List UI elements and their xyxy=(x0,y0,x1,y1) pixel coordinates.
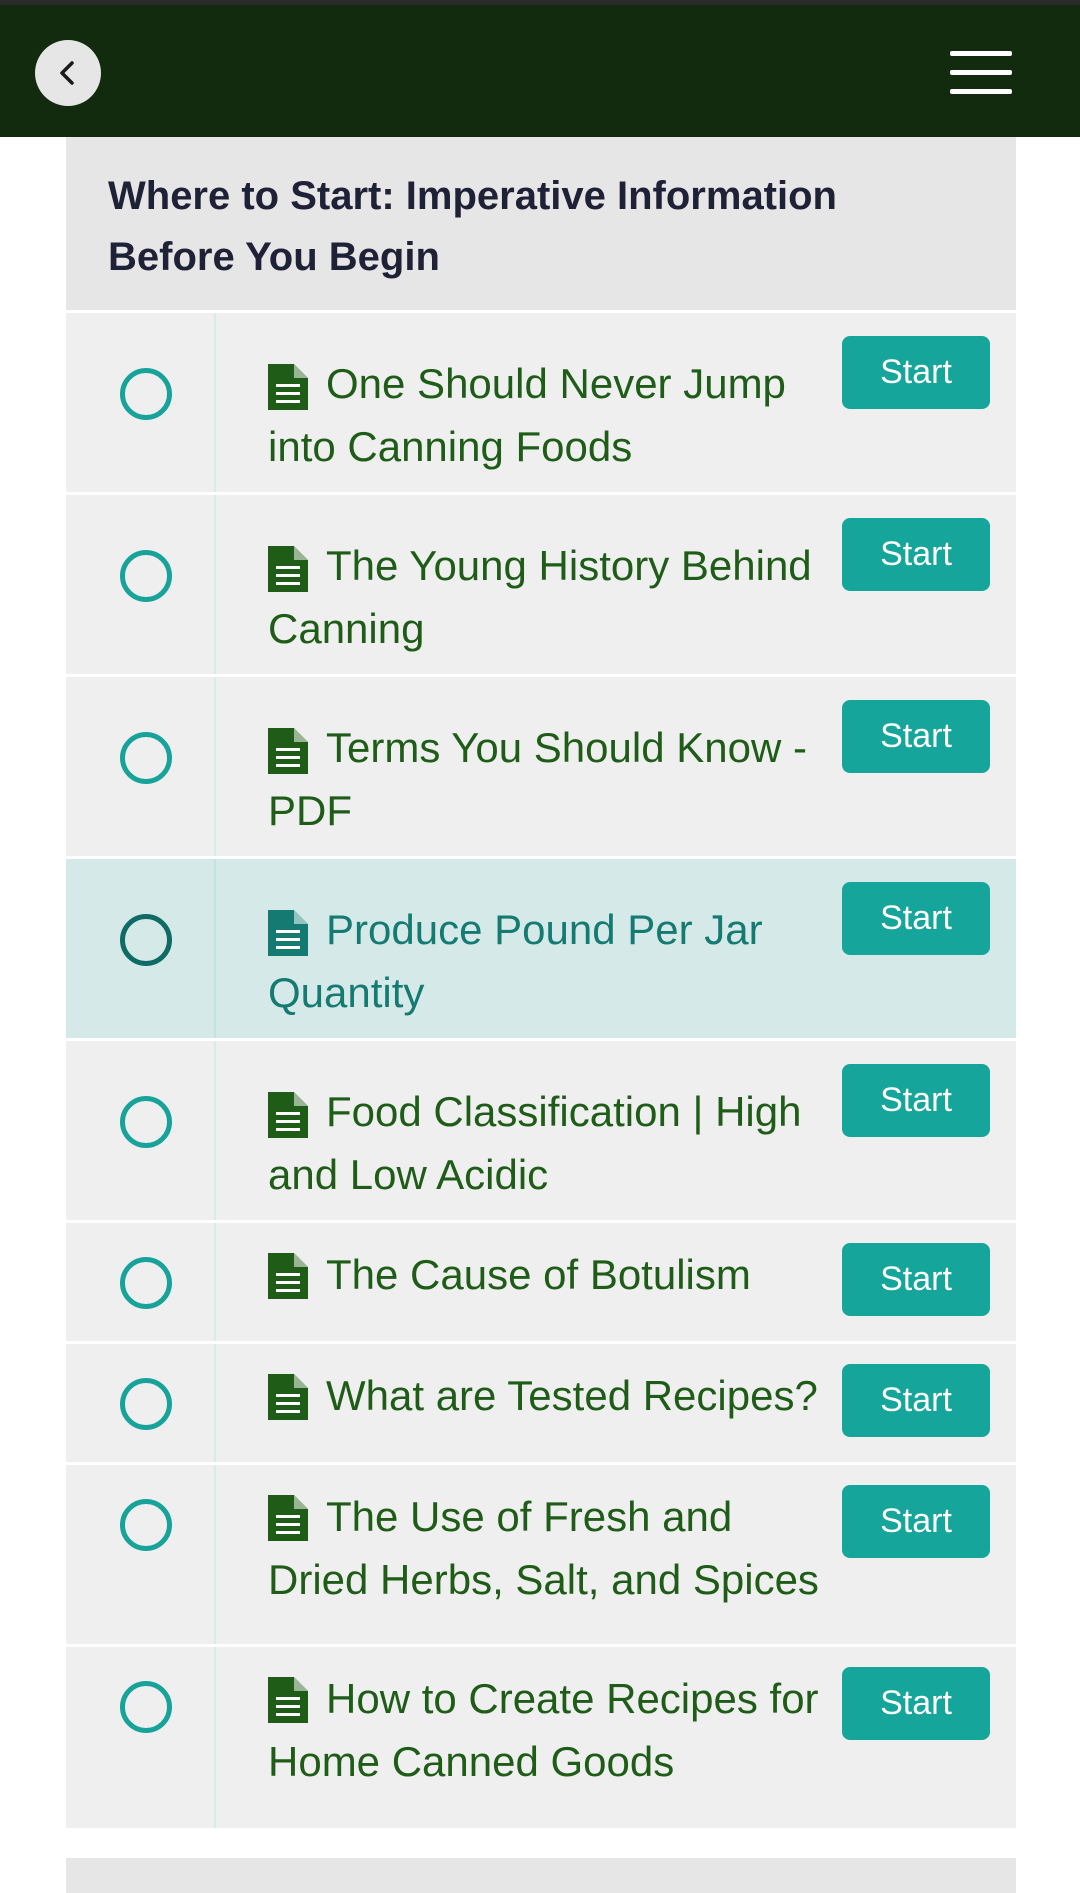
section-title: Where to Start: Imperative Information B… xyxy=(108,174,837,279)
lesson-row-active[interactable]: Produce Pound Per Jar Quantity Start xyxy=(66,859,1016,1041)
lesson-title[interactable]: One Should Never Jump into Canning Foods xyxy=(268,352,828,478)
lesson-title[interactable]: The Young History Behind Canning xyxy=(268,534,828,660)
lesson-title[interactable]: Food Classification | High and Low Acidi… xyxy=(268,1080,828,1206)
start-button[interactable]: Start xyxy=(842,336,990,409)
start-button[interactable]: Start xyxy=(842,700,990,773)
lesson-status-circle[interactable] xyxy=(120,1257,172,1309)
lesson-title[interactable]: How to Create Recipes for Home Canned Go… xyxy=(268,1667,828,1793)
row-divider xyxy=(214,1344,216,1462)
lesson-row[interactable]: One Should Never Jump into Canning Foods… xyxy=(66,313,1016,495)
start-button[interactable]: Start xyxy=(842,1667,990,1740)
lesson-row[interactable]: The Cause of Botulism Start xyxy=(66,1223,1016,1344)
lesson-row[interactable]: How to Create Recipes for Home Canned Go… xyxy=(66,1647,1016,1828)
row-divider xyxy=(214,1465,216,1644)
lesson-status-circle[interactable] xyxy=(120,1681,172,1733)
start-button[interactable]: Start xyxy=(842,1243,990,1316)
menu-icon-bar xyxy=(950,51,1012,56)
row-divider xyxy=(214,1647,216,1828)
lesson-status-circle[interactable] xyxy=(120,1499,172,1551)
lesson-status-circle[interactable] xyxy=(120,368,172,420)
lesson-status-circle[interactable] xyxy=(120,732,172,784)
lesson-row[interactable]: The Young History Behind Canning Start xyxy=(66,495,1016,677)
lesson-title[interactable]: The Cause of Botulism xyxy=(268,1243,828,1306)
lesson-status-circle[interactable] xyxy=(120,1096,172,1148)
back-button[interactable] xyxy=(35,40,101,106)
top-app-bar xyxy=(0,0,1080,137)
start-button[interactable]: Start xyxy=(842,518,990,591)
start-button[interactable]: Start xyxy=(842,1064,990,1137)
hamburger-menu-button[interactable] xyxy=(950,51,1012,95)
lesson-row[interactable]: The Use of Fresh and Dried Herbs, Salt, … xyxy=(66,1465,1016,1647)
row-divider xyxy=(214,1223,216,1341)
menu-icon-bar xyxy=(950,70,1012,75)
lesson-title[interactable]: Terms You Should Know - PDF xyxy=(268,716,828,842)
row-divider xyxy=(214,495,216,674)
row-divider xyxy=(214,313,216,492)
course-section: Where to Start: Imperative Information B… xyxy=(66,137,1016,1828)
lesson-status-circle[interactable] xyxy=(120,1378,172,1430)
lesson-row[interactable]: What are Tested Recipes? Start xyxy=(66,1344,1016,1465)
lesson-title[interactable]: What are Tested Recipes? xyxy=(268,1364,828,1427)
lesson-status-circle[interactable] xyxy=(120,914,172,966)
start-button[interactable]: Start xyxy=(842,1364,990,1437)
menu-icon-bar xyxy=(950,89,1012,94)
lesson-title[interactable]: The Use of Fresh and Dried Herbs, Salt, … xyxy=(268,1485,828,1611)
section-header: Where to Start: Imperative Information B… xyxy=(66,137,1016,313)
chevron-left-icon xyxy=(60,61,74,85)
start-button[interactable]: Start xyxy=(842,882,990,955)
lesson-row[interactable]: Food Classification | High and Low Acidi… xyxy=(66,1041,1016,1223)
next-section-header xyxy=(66,1858,1016,1893)
start-button[interactable]: Start xyxy=(842,1485,990,1558)
row-divider xyxy=(214,677,216,856)
row-divider xyxy=(214,859,216,1038)
lesson-title[interactable]: Produce Pound Per Jar Quantity xyxy=(268,898,828,1024)
lesson-status-circle[interactable] xyxy=(120,550,172,602)
lesson-row[interactable]: Terms You Should Know - PDF Start xyxy=(66,677,1016,859)
row-divider xyxy=(214,1041,216,1220)
